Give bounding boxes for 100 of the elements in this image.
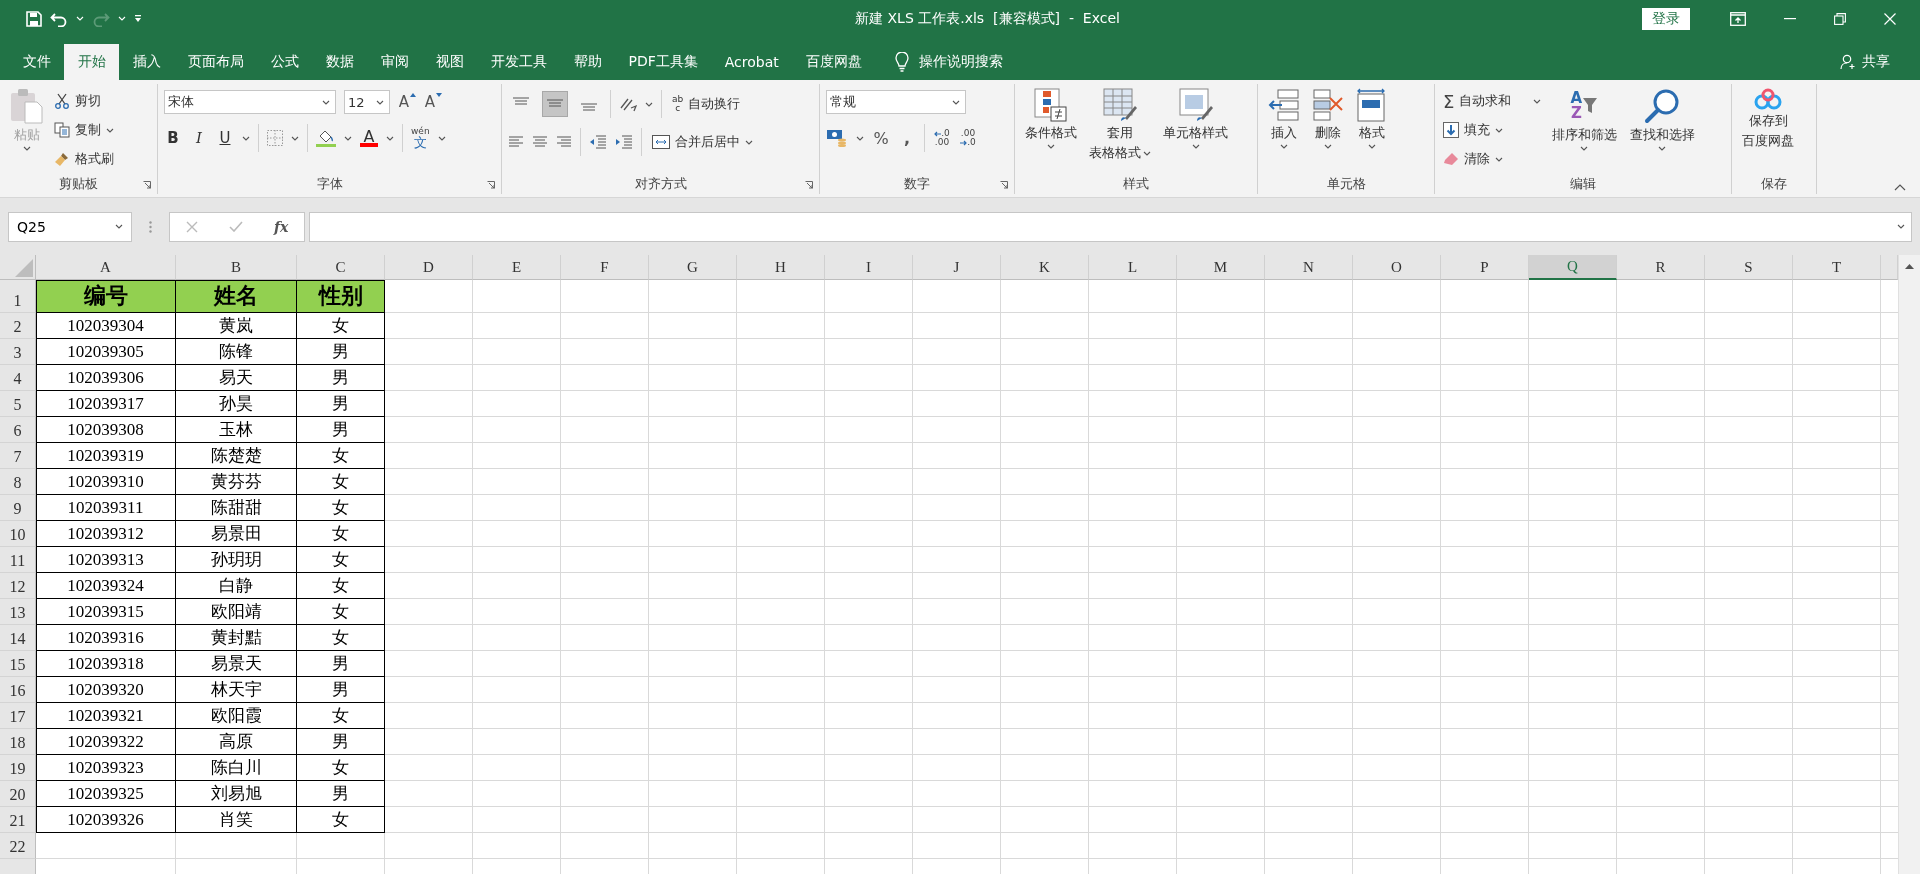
font-color-button[interactable]: A (360, 129, 378, 147)
cells-button[interactable]: 格式 (1352, 86, 1392, 151)
row-header[interactable]: 18 (0, 729, 36, 755)
row-header[interactable]: 14 (0, 625, 36, 651)
ribbon-tab[interactable]: 数据 (312, 44, 367, 80)
ribbon-tab[interactable]: PDF工具集 (615, 44, 712, 80)
undo-icon[interactable] (50, 10, 68, 27)
autosum-button[interactable]: Σ 自动求和 (1441, 89, 1544, 113)
collapse-ribbon-icon[interactable] (1894, 184, 1906, 191)
underline-button[interactable]: U (216, 127, 234, 149)
row-header[interactable]: 6 (0, 417, 36, 443)
cut-button[interactable]: 剪切 (52, 89, 116, 113)
merge-center-button[interactable]: 合并后居中 (650, 130, 755, 154)
ribbon-tab[interactable]: 插入 (119, 44, 174, 80)
column-header[interactable]: S (1705, 255, 1793, 280)
row-header[interactable]: 3 (0, 339, 36, 365)
column-header[interactable]: G (649, 255, 737, 280)
column-header[interactable]: A (36, 255, 176, 280)
column-header[interactable]: E (473, 255, 561, 280)
format-painter-button[interactable]: 格式刷 (52, 147, 116, 171)
ribbon-tab[interactable]: 公式 (257, 44, 312, 80)
login-button[interactable]: 登录 (1642, 7, 1690, 30)
ribbon-tab[interactable]: Acrobat (711, 44, 793, 80)
column-header[interactable]: O (1353, 255, 1441, 280)
ribbon-display-icon[interactable] (1730, 11, 1746, 26)
row-header[interactable]: 16 (0, 677, 36, 703)
increase-decimal-button[interactable]: .0 .00 (933, 127, 951, 149)
column-header[interactable]: T (1793, 255, 1881, 280)
save-icon[interactable] (26, 10, 42, 27)
drag-handle-icon[interactable] (149, 220, 152, 233)
percent-button[interactable]: % (872, 127, 890, 149)
text-orientation-icon[interactable] (619, 96, 637, 112)
ribbon-tab[interactable]: 页面布局 (174, 44, 257, 80)
fill-button[interactable]: 填充 (1441, 118, 1544, 142)
row-header[interactable]: 13 (0, 599, 36, 625)
ribbon-tab[interactable]: 帮助 (560, 44, 615, 80)
row-header[interactable]: 8 (0, 469, 36, 495)
row-header[interactable]: 11 (0, 547, 36, 573)
row-header[interactable]: 5 (0, 391, 36, 417)
insert-function-button[interactable]: fx (274, 218, 289, 235)
row-header[interactable]: 20 (0, 781, 36, 807)
phonetic-guide-button[interactable]: wén 文 (411, 127, 430, 149)
ribbon-tab[interactable]: 审阅 (367, 44, 422, 80)
bold-button[interactable]: B (164, 127, 182, 149)
formula-input[interactable] (309, 211, 1912, 242)
save-to-cloud-button[interactable]: 保存到 百度网盘 (1738, 86, 1798, 152)
dialog-launcher-icon[interactable] (143, 181, 151, 189)
number-format-field[interactable]: 常规 (826, 90, 966, 114)
row-header[interactable]: 4 (0, 365, 36, 391)
column-header[interactable]: B (176, 255, 297, 280)
column-header[interactable]: K (1001, 255, 1089, 280)
tell-me-search[interactable]: 操作说明搜索 (919, 44, 1004, 80)
ribbon-tab[interactable]: 开发工具 (477, 44, 560, 80)
scroll-up-icon[interactable] (1905, 263, 1914, 269)
row-header[interactable]: 10 (0, 521, 36, 547)
decrease-indent-icon[interactable] (589, 135, 607, 149)
column-header[interactable]: C (297, 255, 385, 280)
fill-color-icon[interactable] (316, 129, 336, 147)
minimize-icon[interactable] (1784, 17, 1796, 20)
row-header[interactable]: 15 (0, 651, 36, 677)
ribbon-tab[interactable]: 文件 (9, 44, 64, 80)
currency-icon[interactable] (826, 129, 848, 147)
row-header[interactable]: 19 (0, 755, 36, 781)
dialog-launcher-icon[interactable] (805, 181, 813, 189)
name-box[interactable]: Q25 (8, 211, 132, 242)
shrink-font-button[interactable]: A (424, 91, 442, 113)
clear-button[interactable]: 清除 (1441, 147, 1544, 171)
row-header[interactable]: 9 (0, 495, 36, 521)
style-button[interactable]: 条件格式 (1021, 86, 1081, 151)
column-header[interactable]: H (737, 255, 825, 280)
ribbon-tab[interactable]: 视图 (422, 44, 477, 80)
cells-button[interactable]: 删除 (1308, 86, 1348, 151)
vertical-scrollbar[interactable] (1898, 255, 1920, 874)
column-header[interactable]: M (1177, 255, 1265, 280)
font-size-field[interactable]: 12 (344, 90, 390, 114)
copy-button[interactable]: 复制 (52, 118, 116, 142)
dialog-launcher-icon[interactable] (487, 181, 495, 189)
column-header[interactable]: N (1265, 255, 1353, 280)
row-header[interactable]: 2 (0, 313, 36, 339)
column-header[interactable]: R (1617, 255, 1705, 280)
ribbon-tab[interactable]: 开始 (64, 44, 119, 80)
font-name-field[interactable]: 宋体 (164, 90, 336, 114)
increase-indent-icon[interactable] (615, 135, 633, 149)
row-header[interactable]: 1 (0, 280, 36, 313)
style-button[interactable]: 单元格样式 (1159, 86, 1232, 151)
decrease-decimal-button[interactable]: .00 .0 (959, 127, 977, 149)
column-header[interactable]: L (1089, 255, 1177, 280)
style-button[interactable]: 套用 表格格式 (1085, 86, 1155, 164)
column-header[interactable]: Q (1529, 255, 1617, 280)
column-header[interactable]: F (561, 255, 649, 280)
ribbon-tab[interactable]: 百度网盘 (792, 44, 876, 80)
row-header[interactable]: 21 (0, 807, 36, 833)
find-select-button[interactable]: 查找和选择 (1625, 86, 1700, 153)
cells-button[interactable]: 插入 (1264, 86, 1304, 151)
customize-icon[interactable] (134, 14, 142, 23)
row-header[interactable]: 7 (0, 443, 36, 469)
share-button[interactable]: 共享 (1856, 44, 1920, 80)
column-header[interactable]: J (913, 255, 1001, 280)
row-header[interactable]: 22 (0, 833, 36, 859)
column-header[interactable]: I (825, 255, 913, 280)
